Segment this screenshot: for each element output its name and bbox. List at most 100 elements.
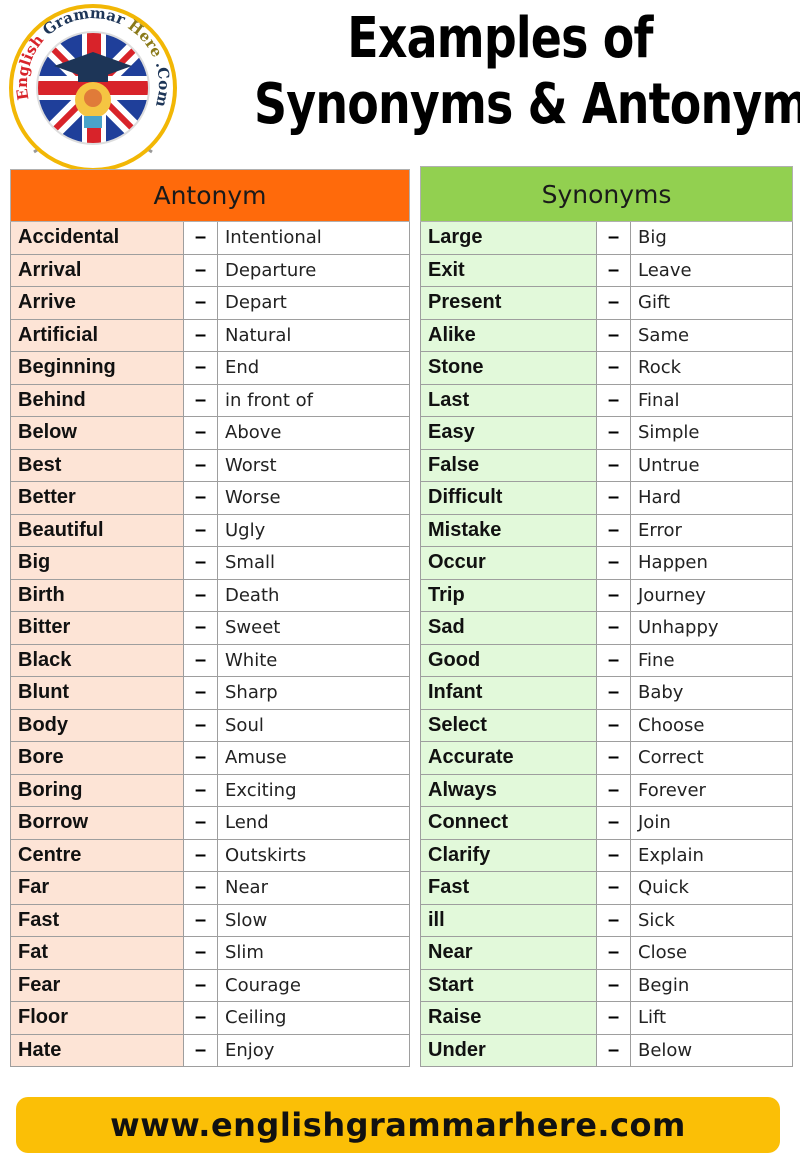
separator-dash: – — [596, 253, 631, 287]
separator-dash: – — [596, 481, 631, 515]
separator-dash: – — [596, 1033, 631, 1067]
pair-cell: Outskirts — [217, 838, 410, 872]
word-cell: Select — [420, 708, 597, 742]
synonyms-row: Sad – Unhappy — [420, 611, 793, 645]
synonyms-row: False – Untrue — [420, 448, 793, 482]
antonyms-row: Arrive – Depart — [10, 286, 410, 320]
word-cell: Difficult — [420, 481, 597, 515]
synonyms-row: Raise – Lift — [420, 1001, 793, 1035]
separator-dash: – — [183, 968, 218, 1002]
word-cell: Best — [10, 448, 184, 482]
pair-cell: Death — [217, 578, 410, 612]
pair-cell: Enjoy — [217, 1033, 410, 1067]
antonyms-row: Beautiful – Ugly — [10, 513, 410, 547]
word-cell: Fast — [420, 871, 597, 905]
pair-cell: Close — [630, 936, 793, 970]
separator-dash: – — [596, 221, 631, 255]
separator-dash: – — [183, 936, 218, 970]
pair-cell: End — [217, 351, 410, 385]
pair-cell: Lend — [217, 806, 410, 840]
separator-dash: – — [183, 221, 218, 255]
synonyms-row: Clarify – Explain — [420, 838, 793, 872]
synonyms-row: Occur – Happen — [420, 546, 793, 580]
separator-dash: – — [596, 708, 631, 742]
separator-dash: – — [183, 1001, 218, 1035]
synonyms-row: Large – Big — [420, 221, 793, 255]
pair-cell: Departure — [217, 253, 410, 287]
separator-dash: – — [183, 286, 218, 320]
antonyms-row: Below – Above — [10, 416, 410, 450]
synonyms-row: Good – Fine — [420, 643, 793, 677]
synonyms-row: Always – Forever — [420, 773, 793, 807]
antonyms-row: Artificial – Natural — [10, 318, 410, 352]
word-cell: Infant — [420, 676, 597, 710]
antonyms-row: Blunt – Sharp — [10, 676, 410, 710]
word-cell: Good — [420, 643, 597, 677]
word-cell: Floor — [10, 1001, 184, 1035]
separator-dash: – — [183, 676, 218, 710]
word-cell: Last — [420, 383, 597, 417]
separator-dash: – — [596, 513, 631, 547]
separator-dash: – — [596, 871, 631, 905]
separator-dash: – — [596, 741, 631, 775]
antonyms-row: Borrow – Lend — [10, 806, 410, 840]
word-cell: Under — [420, 1033, 597, 1067]
antonyms-row: Body – Soul — [10, 708, 410, 742]
separator-dash: – — [596, 773, 631, 807]
pair-cell: Untrue — [630, 448, 793, 482]
separator-dash: – — [183, 416, 218, 450]
synonyms-row: ill – Sick — [420, 903, 793, 937]
pair-cell: Simple — [630, 416, 793, 450]
separator-dash: – — [596, 1001, 631, 1035]
synonyms-row: Connect – Join — [420, 806, 793, 840]
separator-dash: – — [183, 546, 218, 580]
pair-cell: Soul — [217, 708, 410, 742]
pair-cell: Courage — [217, 968, 410, 1002]
separator-dash: – — [183, 871, 218, 905]
antonym-table: Antonym Accidental – Intentional Arrival – De… — [10, 169, 410, 1067]
antonyms-row: Beginning – End — [10, 351, 410, 385]
synonyms-row: Last – Final — [420, 383, 793, 417]
synonyms-row: Start – Begin — [420, 968, 793, 1002]
separator-dash: – — [183, 578, 218, 612]
word-cell: Centre — [10, 838, 184, 872]
word-cell: Blunt — [10, 676, 184, 710]
synonyms-row: Alike – Same — [420, 318, 793, 352]
word-cell: Birth — [10, 578, 184, 612]
pair-cell: Error — [630, 513, 793, 547]
word-cell: Always — [420, 773, 597, 807]
separator-dash: – — [183, 513, 218, 547]
word-cell: Large — [420, 221, 597, 255]
word-cell: Raise — [420, 1001, 597, 1035]
separator-dash: – — [183, 806, 218, 840]
separator-dash: – — [183, 741, 218, 775]
pair-cell: Unhappy — [630, 611, 793, 645]
synonyms-row: Mistake – Error — [420, 513, 793, 547]
pair-cell: Final — [630, 383, 793, 417]
separator-dash: – — [183, 253, 218, 287]
pair-cell: Baby — [630, 676, 793, 710]
word-cell: Trip — [420, 578, 597, 612]
separator-dash: – — [183, 708, 218, 742]
pair-cell: Worst — [217, 448, 410, 482]
website-url-banner: www.englishgrammarhere.com — [16, 1097, 780, 1153]
separator-dash: – — [183, 481, 218, 515]
antonyms-row: Far – Near — [10, 871, 410, 905]
antonym-table-header: Antonym — [10, 169, 410, 222]
pair-cell: Happen — [630, 546, 793, 580]
word-cell: Accidental — [10, 221, 184, 255]
separator-dash: – — [596, 611, 631, 645]
word-cell: Near — [420, 936, 597, 970]
word-cell: ill — [420, 903, 597, 937]
antonyms-row: Fast – Slow — [10, 903, 410, 937]
synonyms-row: Present – Gift — [420, 286, 793, 320]
pair-cell: Correct — [630, 741, 793, 775]
word-cell: Occur — [420, 546, 597, 580]
pair-cell: Sweet — [217, 611, 410, 645]
pair-cell: Worse — [217, 481, 410, 515]
pair-cell: Hard — [630, 481, 793, 515]
pair-cell: Explain — [630, 838, 793, 872]
pair-cell: Amuse — [217, 741, 410, 775]
antonyms-row: Fear – Courage — [10, 968, 410, 1002]
word-cell: Beautiful — [10, 513, 184, 547]
